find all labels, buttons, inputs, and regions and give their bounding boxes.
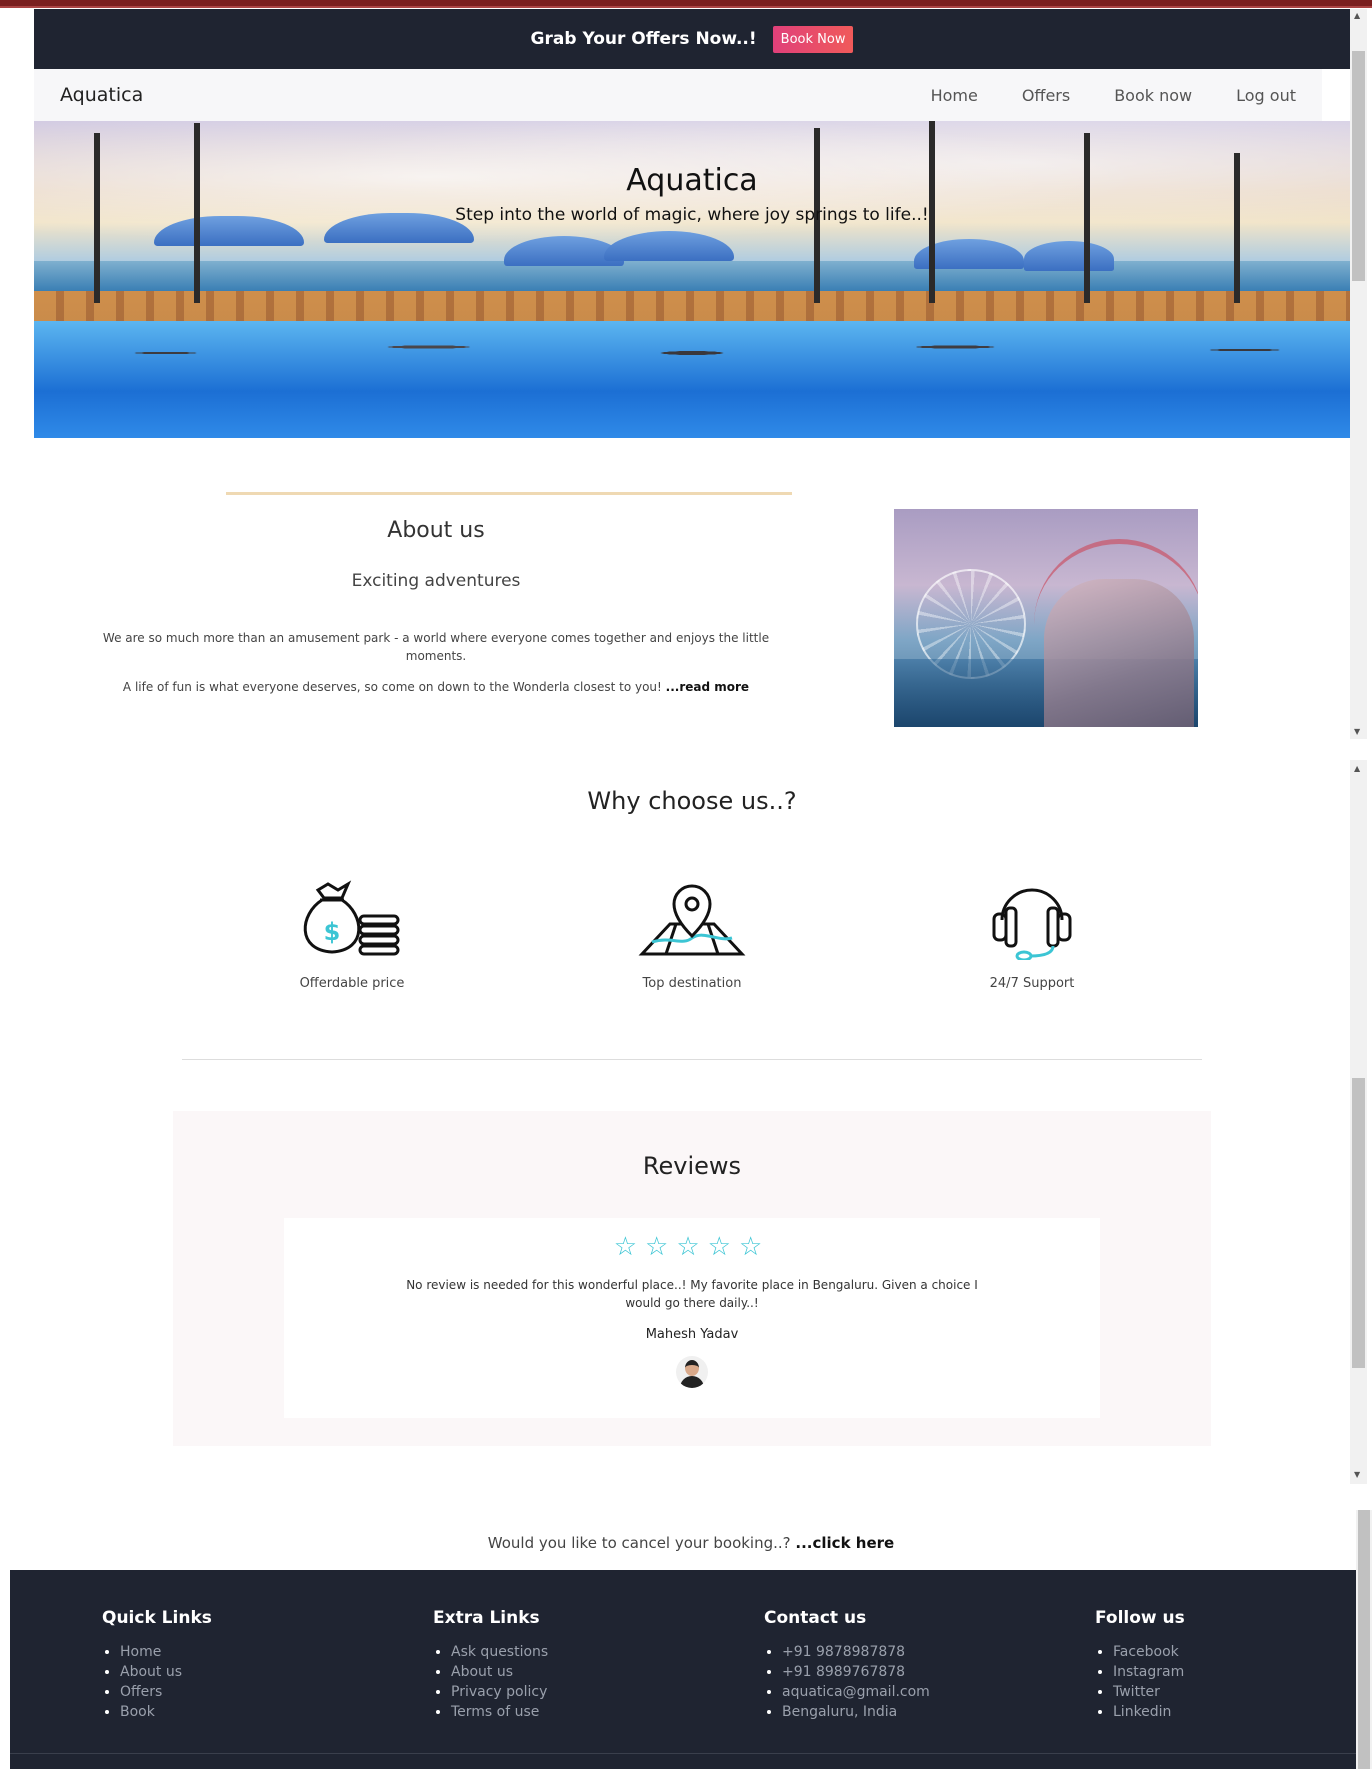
avatar-head xyxy=(685,1360,699,1376)
scroll-down-icon[interactable]: ▼ xyxy=(1354,727,1360,736)
cancel-booking-line: Would you like to cancel your booking..?… xyxy=(0,1534,1372,1552)
scrollbar-thumb[interactable] xyxy=(1352,1078,1365,1368)
footer: Quick Links Home About us Offers Book Ex… xyxy=(10,1570,1356,1769)
review-card: ☆☆☆☆☆ No review is needed for this wonde… xyxy=(284,1218,1100,1418)
feature-label: Offerdable price xyxy=(299,976,405,991)
headset-icon xyxy=(992,888,1072,960)
footer-link-book[interactable]: Book xyxy=(120,1702,402,1722)
footer-extra-links: Extra Links Ask questions About us Priva… xyxy=(433,1608,733,1722)
review-text: No review is needed for this wonderful p… xyxy=(406,1278,978,1310)
footer-link-about[interactable]: About us xyxy=(120,1662,402,1682)
about-section: About us Exciting adventures We are so m… xyxy=(34,0,1350,739)
footer-link-facebook[interactable]: Facebook xyxy=(1113,1642,1372,1662)
footer-heading: Contact us xyxy=(764,1608,867,1628)
footer-phone-2[interactable]: +91 8989767878 xyxy=(782,1662,1064,1682)
footer-link-about[interactable]: About us xyxy=(451,1662,733,1682)
footer-link-home[interactable]: Home xyxy=(120,1642,402,1662)
why-title: Why choose us..? xyxy=(587,787,797,815)
avatar xyxy=(676,1356,708,1388)
footer-link-offers[interactable]: Offers xyxy=(120,1682,402,1702)
scrollbar-top[interactable]: ▲ ▼ xyxy=(1350,9,1367,739)
cancel-click-here-link[interactable]: ...click here xyxy=(795,1534,894,1552)
read-more-link[interactable]: ...read more xyxy=(666,680,749,694)
scroll-up-icon[interactable]: ▲ xyxy=(1354,11,1360,20)
footer-link-twitter[interactable]: Twitter xyxy=(1113,1682,1372,1702)
money-bag-icon: $ xyxy=(303,880,400,956)
about-subtitle: Exciting adventures xyxy=(351,571,521,591)
scroll-up-icon[interactable]: ▲ xyxy=(1354,764,1360,773)
svg-text:$: $ xyxy=(324,918,341,946)
footer-link-ask[interactable]: Ask questions xyxy=(451,1642,733,1662)
about-image xyxy=(894,509,1198,727)
scrollbar-middle[interactable]: ▲ ▼ xyxy=(1350,760,1367,1484)
about-paragraph-2-text: A life of fun is what everyone deserves,… xyxy=(122,680,662,694)
reviewer-name: Mahesh Yadav xyxy=(645,1327,739,1342)
footer-link-linkedin[interactable]: Linkedin xyxy=(1113,1702,1372,1722)
scrollbar-thumb[interactable] xyxy=(1358,1510,1370,1769)
about-divider xyxy=(226,492,792,495)
scrollbar-thumb[interactable] xyxy=(1352,51,1365,281)
cancel-text: Would you like to cancel your booking..? xyxy=(487,1534,791,1552)
footer-follow: Follow us Facebook Instagram Twitter Lin… xyxy=(1095,1608,1372,1722)
footer-link-terms[interactable]: Terms of use xyxy=(451,1702,733,1722)
footer-heading: Extra Links xyxy=(433,1608,540,1628)
footer-contact: Contact us +91 9878987878 +91 8989767878… xyxy=(764,1608,1064,1722)
footer-phone-1[interactable]: +91 9878987878 xyxy=(782,1642,1064,1662)
about-paragraph-2: A life of fun is what everyone deserves,… xyxy=(98,680,774,694)
reviews-section: Reviews ☆☆☆☆☆ No review is needed for th… xyxy=(173,1111,1211,1446)
footer-link-privacy[interactable]: Privacy policy xyxy=(451,1682,733,1702)
rating-stars: ☆☆☆☆☆ xyxy=(613,1232,771,1262)
footer-link-instagram[interactable]: Instagram xyxy=(1113,1662,1372,1682)
footer-email[interactable]: aquatica@gmail.com xyxy=(782,1682,1064,1702)
footer-divider xyxy=(10,1753,1356,1754)
footer-heading: Quick Links xyxy=(102,1608,212,1628)
reviews-title: Reviews xyxy=(642,1152,742,1180)
map-pin-icon xyxy=(638,884,746,956)
footer-heading: Follow us xyxy=(1095,1608,1185,1628)
feature-label: Top destination xyxy=(642,976,742,991)
about-title: About us xyxy=(387,518,485,543)
scrollbar-bottom[interactable] xyxy=(1356,1510,1372,1769)
footer-location: Bengaluru, India xyxy=(782,1702,1064,1722)
feature-destination: Top destination xyxy=(592,880,792,991)
footer-quick-links: Quick Links Home About us Offers Book xyxy=(102,1608,402,1722)
feature-label: 24/7 Support xyxy=(989,976,1075,991)
avatar-body xyxy=(680,1376,704,1388)
feature-support: 24/7 Support xyxy=(932,880,1132,991)
about-paragraph-1: We are so much more than an amusement pa… xyxy=(102,631,770,663)
page-middle-frame: Why choose us..? $ Offerdable price Top … xyxy=(34,750,1350,1484)
feature-price: $ Offerdable price xyxy=(252,880,452,991)
person-silhouette xyxy=(1044,579,1194,727)
section-divider xyxy=(182,1059,1202,1060)
scroll-down-icon[interactable]: ▼ xyxy=(1354,1470,1360,1479)
